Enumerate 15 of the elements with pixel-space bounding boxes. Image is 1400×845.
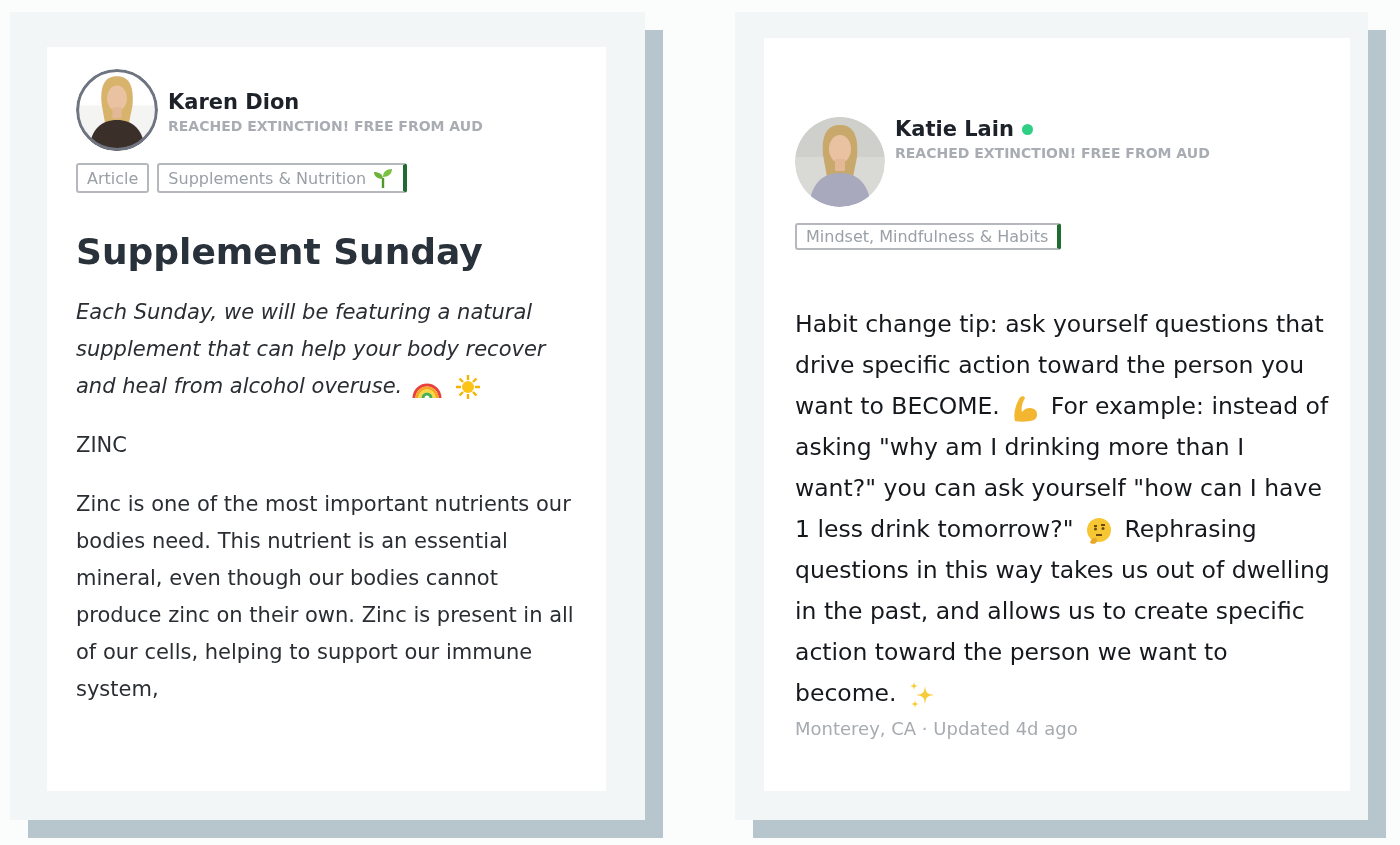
author-status: REACHED EXTINCTION! FREE FROM AUD	[168, 118, 483, 134]
category-tag[interactable]: Supplements & Nutrition	[157, 163, 408, 193]
post-text: Habit change tip: ask yourself questions that drive specific action toward the person you want to BECOME. For example: instead of asking "why am I drinking more than I want?" you can ask yourself "how can I have 1 less drink tomorrow?" Rephrasing questions in this way takes us out of dwelling in the past, and allows us to create specific action toward the person we want to become.	[795, 304, 1330, 714]
sprout-icon	[372, 167, 395, 189]
post-text: Each Sunday, we will be featuring a natural supplement that can help your body recover and heal from alcohol overuse.	[76, 299, 548, 402]
author-name[interactable]: Karen Dion	[168, 90, 300, 114]
post-text: ZINC	[76, 432, 128, 459]
category-tag[interactable]: Mindset, Mindfulness & Habits	[795, 223, 1062, 250]
post-meta: Monterey, CA · Updated 4d ago	[795, 718, 1079, 739]
author-name[interactable]: Katie Lain	[895, 117, 1014, 141]
post-title: Supplement Sunday	[76, 231, 484, 272]
post-text: Zinc is one of the most important nutrients our bodies need. This nutrient is an essential mineral, even though our bodies cannot produce zinc on their own. Zinc is present in all of our cells, helping to support our immune system,	[76, 491, 575, 703]
author-status: REACHED EXTINCTION! FREE FROM AUD	[895, 145, 1210, 161]
sun-icon	[454, 374, 481, 400]
category-tag[interactable]: Article	[76, 163, 150, 193]
